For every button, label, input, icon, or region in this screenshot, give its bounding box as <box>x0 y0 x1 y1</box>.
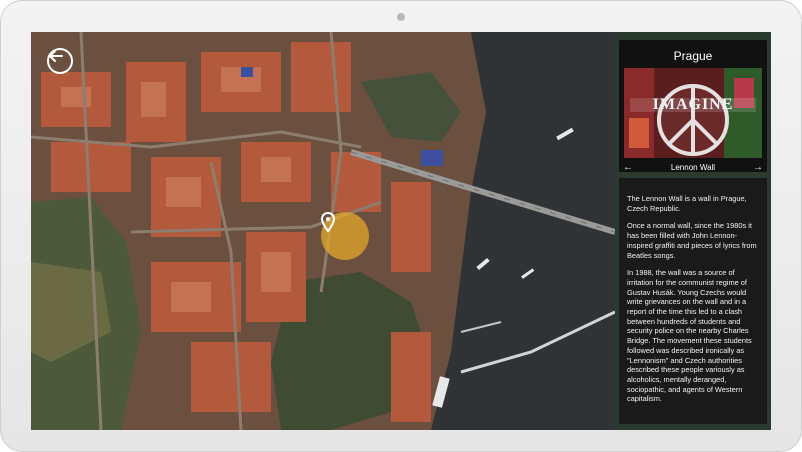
app-screen: Prague IMAGINE ← Lennon Wall → The Lenno… <box>31 32 771 430</box>
photo-caption: Lennon Wall <box>670 163 716 172</box>
photo-painted-word: IMAGINE <box>652 96 734 113</box>
back-button[interactable] <box>47 48 73 74</box>
lennon-wall-photo[interactable]: IMAGINE <box>624 68 762 158</box>
place-title: Prague <box>673 49 713 63</box>
location-marker[interactable] <box>321 212 369 260</box>
photo-card: Prague IMAGINE ← Lennon Wall → <box>619 40 767 173</box>
next-photo-button[interactable]: → <box>753 162 763 174</box>
description-paragraph: Once a normal wall, since the 1980s it h… <box>627 221 757 260</box>
photo-nav: ← Lennon Wall → <box>619 162 767 176</box>
satellite-map[interactable] <box>31 32 615 430</box>
description-paragraph: The Lennon Wall is a wall in Prague, Cze… <box>627 194 747 213</box>
description-paragraph: In 1988, the wall was a source of irrita… <box>627 268 752 404</box>
camera-dot <box>397 13 405 21</box>
description-text: The Lennon Wall is a wall in Prague, Cze… <box>619 178 767 424</box>
info-panel: Prague IMAGINE ← Lennon Wall → The Lenno… <box>615 32 771 430</box>
